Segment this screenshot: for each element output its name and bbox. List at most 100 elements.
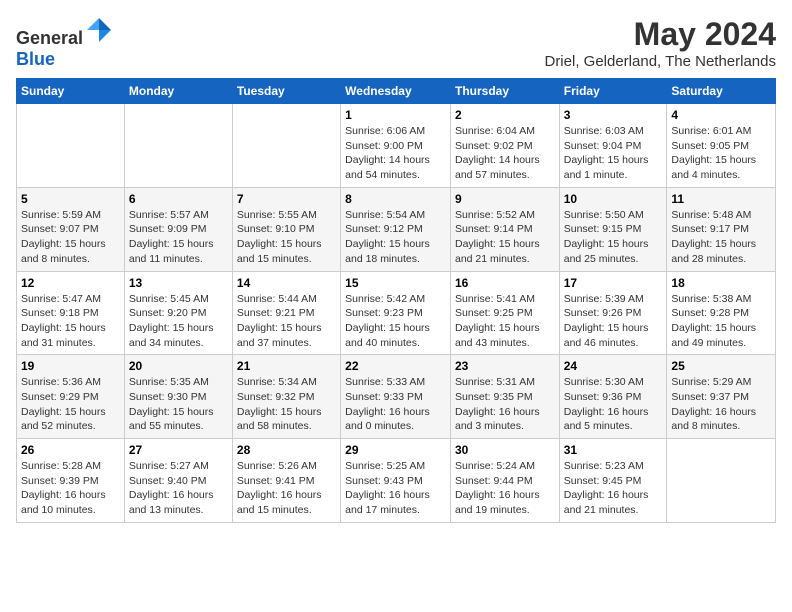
- day-number: 16: [455, 276, 555, 290]
- day-info: Sunrise: 5:24 AM Sunset: 9:44 PM Dayligh…: [455, 459, 555, 518]
- day-number: 21: [237, 359, 336, 373]
- day-info: Sunrise: 6:01 AM Sunset: 9:05 PM Dayligh…: [671, 124, 771, 183]
- day-info: Sunrise: 5:30 AM Sunset: 9:36 PM Dayligh…: [564, 375, 663, 434]
- calendar-cell: [667, 439, 776, 523]
- day-info: Sunrise: 5:38 AM Sunset: 9:28 PM Dayligh…: [671, 292, 771, 351]
- calendar-cell: 26 Sunrise: 5:28 AM Sunset: 9:39 PM Dayli…: [17, 439, 125, 523]
- calendar-cell: 9Sunrise: 5:52 AM Sunset: 9:14 PM Daylig…: [450, 187, 559, 271]
- day-number: 27: [129, 443, 228, 457]
- calendar-cell: 30 Sunrise: 5:24 AM Sunset: 9:44 PM Dayli…: [450, 439, 559, 523]
- logo: General Blue: [16, 16, 113, 70]
- logo-text: General Blue: [16, 16, 113, 70]
- calendar-week-row: 12 Sunrise: 5:47 AM Sunset: 9:18 PM Dayli…: [17, 271, 776, 355]
- day-info: Sunrise: 5:50 AM Sunset: 9:15 PM Dayligh…: [564, 208, 663, 267]
- day-info: Sunrise: 5:27 AM Sunset: 9:40 PM Dayligh…: [129, 459, 228, 518]
- calendar-cell: 15 Sunrise: 5:42 AM Sunset: 9:23 PM Dayli…: [341, 271, 451, 355]
- calendar-cell: 1 Sunrise: 6:06 AM Sunset: 9:00 PM Daylig…: [341, 104, 451, 188]
- calendar-cell: 22 Sunrise: 5:33 AM Sunset: 9:33 PM Dayli…: [341, 355, 451, 439]
- day-number: 31: [564, 443, 663, 457]
- logo-icon: [85, 16, 113, 44]
- day-number: 22: [345, 359, 446, 373]
- day-info: Sunrise: 5:44 AM Sunset: 9:21 PM Dayligh…: [237, 292, 336, 351]
- day-number: 29: [345, 443, 446, 457]
- calendar-cell: 8 Sunrise: 5:54 AM Sunset: 9:12 PM Daylig…: [341, 187, 451, 271]
- calendar-cell: 31 Sunrise: 5:23 AM Sunset: 9:45 PM Dayli…: [559, 439, 667, 523]
- day-number: 8: [345, 192, 446, 206]
- weekday-header: Wednesday: [341, 79, 451, 104]
- calendar-week-row: 19 Sunrise: 5:36 AM Sunset: 9:29 PM Dayli…: [17, 355, 776, 439]
- day-number: 12: [21, 276, 120, 290]
- calendar-cell: 2Sunrise: 6:04 AM Sunset: 9:02 PM Daylig…: [450, 104, 559, 188]
- calendar-cell: [232, 104, 340, 188]
- weekday-header: Friday: [559, 79, 667, 104]
- day-info: Sunrise: 5:54 AM Sunset: 9:12 PM Dayligh…: [345, 208, 446, 267]
- day-number: 26: [21, 443, 120, 457]
- day-number: 23: [455, 359, 555, 373]
- day-number: 15: [345, 276, 446, 290]
- day-number: 1: [345, 108, 446, 122]
- day-info: Sunrise: 5:25 AM Sunset: 9:43 PM Dayligh…: [345, 459, 446, 518]
- calendar-cell: 4 Sunrise: 6:01 AM Sunset: 9:05 PM Daylig…: [667, 104, 776, 188]
- weekday-header: Monday: [124, 79, 232, 104]
- day-number: 11: [671, 192, 771, 206]
- calendar-cell: 27 Sunrise: 5:27 AM Sunset: 9:40 PM Dayli…: [124, 439, 232, 523]
- day-info: Sunrise: 5:55 AM Sunset: 9:10 PM Dayligh…: [237, 208, 336, 267]
- weekday-header: Sunday: [17, 79, 125, 104]
- day-info: Sunrise: 5:42 AM Sunset: 9:23 PM Dayligh…: [345, 292, 446, 351]
- calendar-cell: 17Sunrise: 5:39 AM Sunset: 9:26 PM Dayli…: [559, 271, 667, 355]
- page-header: General Blue May 2024 Driel, Gelderland,…: [16, 16, 776, 70]
- day-number: 6: [129, 192, 228, 206]
- day-info: Sunrise: 5:47 AM Sunset: 9:18 PM Dayligh…: [21, 292, 120, 351]
- calendar-cell: [124, 104, 232, 188]
- calendar-cell: 28 Sunrise: 5:26 AM Sunset: 9:41 PM Dayli…: [232, 439, 340, 523]
- calendar-cell: 5 Sunrise: 5:59 AM Sunset: 9:07 PM Daylig…: [17, 187, 125, 271]
- day-number: 28: [237, 443, 336, 457]
- calendar-cell: 3 Sunrise: 6:03 AM Sunset: 9:04 PM Daylig…: [559, 104, 667, 188]
- day-info: Sunrise: 5:23 AM Sunset: 9:45 PM Dayligh…: [564, 459, 663, 518]
- day-info: Sunrise: 6:03 AM Sunset: 9:04 PM Dayligh…: [564, 124, 663, 183]
- calendar-cell: 16 Sunrise: 5:41 AM Sunset: 9:25 PM Dayli…: [450, 271, 559, 355]
- calendar-cell: 18Sunrise: 5:38 AM Sunset: 9:28 PM Dayli…: [667, 271, 776, 355]
- day-number: 7: [237, 192, 336, 206]
- day-number: 24: [564, 359, 663, 373]
- calendar: SundayMondayTuesdayWednesdayThursdayFrid…: [16, 78, 776, 523]
- day-info: Sunrise: 5:31 AM Sunset: 9:35 PM Dayligh…: [455, 375, 555, 434]
- day-info: Sunrise: 5:52 AM Sunset: 9:14 PM Dayligh…: [455, 208, 555, 267]
- day-number: 30: [455, 443, 555, 457]
- day-info: Sunrise: 5:59 AM Sunset: 9:07 PM Dayligh…: [21, 208, 120, 267]
- day-number: 5: [21, 192, 120, 206]
- calendar-week-row: 5 Sunrise: 5:59 AM Sunset: 9:07 PM Daylig…: [17, 187, 776, 271]
- calendar-cell: 19 Sunrise: 5:36 AM Sunset: 9:29 PM Dayli…: [17, 355, 125, 439]
- day-info: Sunrise: 5:34 AM Sunset: 9:32 PM Dayligh…: [237, 375, 336, 434]
- day-info: Sunrise: 5:39 AM Sunset: 9:26 PM Dayligh…: [564, 292, 663, 351]
- calendar-cell: 24 Sunrise: 5:30 AM Sunset: 9:36 PM Dayli…: [559, 355, 667, 439]
- title-block: May 2024 Driel, Gelderland, The Netherla…: [544, 16, 776, 70]
- location-title: Driel, Gelderland, The Netherlands: [544, 53, 776, 70]
- day-info: Sunrise: 5:41 AM Sunset: 9:25 PM Dayligh…: [455, 292, 555, 351]
- day-number: 25: [671, 359, 771, 373]
- weekday-header: Saturday: [667, 79, 776, 104]
- calendar-cell: 12 Sunrise: 5:47 AM Sunset: 9:18 PM Dayli…: [17, 271, 125, 355]
- day-number: 19: [21, 359, 120, 373]
- calendar-cell: 14Sunrise: 5:44 AM Sunset: 9:21 PM Dayli…: [232, 271, 340, 355]
- day-number: 3: [564, 108, 663, 122]
- day-info: Sunrise: 5:28 AM Sunset: 9:39 PM Dayligh…: [21, 459, 120, 518]
- calendar-cell: 20 Sunrise: 5:35 AM Sunset: 9:30 PM Dayli…: [124, 355, 232, 439]
- calendar-week-row: 1 Sunrise: 6:06 AM Sunset: 9:00 PM Daylig…: [17, 104, 776, 188]
- day-info: Sunrise: 5:33 AM Sunset: 9:33 PM Dayligh…: [345, 375, 446, 434]
- calendar-week-row: 26 Sunrise: 5:28 AM Sunset: 9:39 PM Dayli…: [17, 439, 776, 523]
- day-info: Sunrise: 5:45 AM Sunset: 9:20 PM Dayligh…: [129, 292, 228, 351]
- logo-general: General: [16, 28, 83, 48]
- calendar-cell: [17, 104, 125, 188]
- day-info: Sunrise: 6:06 AM Sunset: 9:00 PM Dayligh…: [345, 124, 446, 183]
- day-number: 4: [671, 108, 771, 122]
- day-number: 20: [129, 359, 228, 373]
- day-info: Sunrise: 5:36 AM Sunset: 9:29 PM Dayligh…: [21, 375, 120, 434]
- day-info: Sunrise: 5:48 AM Sunset: 9:17 PM Dayligh…: [671, 208, 771, 267]
- calendar-cell: 21 Sunrise: 5:34 AM Sunset: 9:32 PM Dayli…: [232, 355, 340, 439]
- day-info: Sunrise: 5:35 AM Sunset: 9:30 PM Dayligh…: [129, 375, 228, 434]
- day-info: Sunrise: 5:57 AM Sunset: 9:09 PM Dayligh…: [129, 208, 228, 267]
- day-info: Sunrise: 5:26 AM Sunset: 9:41 PM Dayligh…: [237, 459, 336, 518]
- calendar-cell: 6 Sunrise: 5:57 AM Sunset: 9:09 PM Daylig…: [124, 187, 232, 271]
- calendar-cell: 10Sunrise: 5:50 AM Sunset: 9:15 PM Dayli…: [559, 187, 667, 271]
